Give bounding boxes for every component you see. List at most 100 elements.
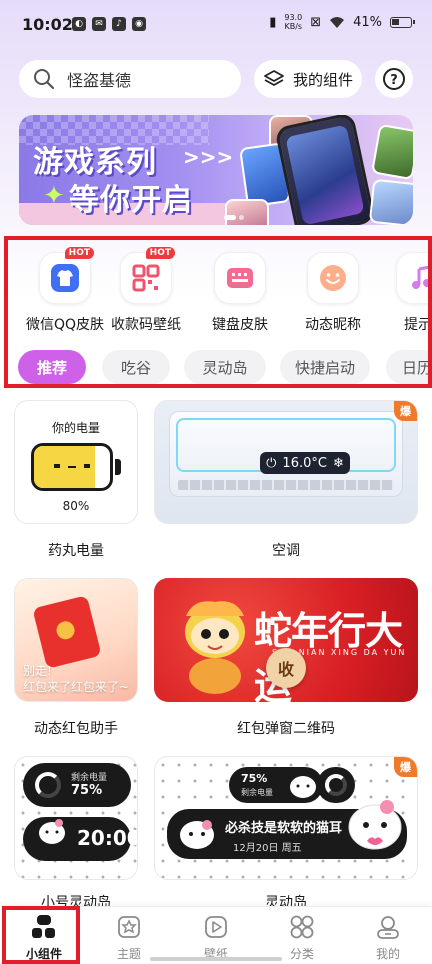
nav-label: 我的 [375, 947, 400, 961]
tab-quick-launch[interactable]: 快捷启动 [280, 350, 370, 384]
boom-badge: 爆 [394, 757, 417, 777]
home-indicator [150, 957, 282, 961]
banner-thumbnail [370, 123, 413, 181]
ac-vent [178, 480, 394, 490]
nav-wallpapers[interactable]: 壁纸 [176, 913, 256, 962]
collect-button[interactable]: 收 [266, 648, 306, 688]
wifi-icon [330, 16, 345, 28]
nav-themes[interactable]: 主题 [89, 913, 169, 962]
layers-icon [264, 70, 284, 86]
kitten-icon [290, 776, 316, 798]
pill-battery-graphic [31, 443, 113, 491]
notification-icons: ◐ ✉ ♪ ◉ [72, 17, 146, 31]
search-icon [34, 69, 55, 90]
face-icon [54, 464, 90, 468]
kitten-icon [180, 820, 214, 849]
profile-icon [374, 913, 402, 941]
pagination-dot-active [224, 215, 236, 220]
network-speed-value: 93.0 [284, 13, 303, 22]
help-icon: ? [383, 68, 405, 90]
big-kitten-icon [348, 800, 402, 850]
bottom-navigation: 小组件 主题 壁纸 分类 我的 [0, 906, 432, 964]
category-keyboard-skin[interactable]: 键盘皮肤 [195, 252, 285, 334]
tab-calendar[interactable]: 日历 [386, 350, 432, 384]
sparkle-icon: ✦ [43, 181, 65, 211]
battery-widget-title: 你的电量 [51, 421, 100, 435]
battery-percent: 41% [353, 14, 382, 30]
widget-icon [30, 913, 58, 941]
snake-mascot-icon [185, 601, 245, 694]
widget-label: 红包弹窗二维码 [237, 721, 335, 737]
status-right: ▮ 93.0 KB/s ⊠ 41% [269, 13, 415, 31]
category-label: 键盘皮肤 [212, 317, 268, 333]
keyboard-icon [227, 268, 253, 288]
battery-caption: 剩余电量 [241, 788, 273, 797]
widget-label: 小号灵动岛 [41, 895, 111, 906]
banner-title-line2: 等你开启 [69, 183, 193, 218]
widget-card-ac[interactable]: ⏻ 16.0°C ❄ 爆 [154, 400, 418, 524]
widget-card-small-island[interactable]: 剩余电量 75% 20:00 [14, 756, 138, 880]
battery-value: 75% [71, 783, 103, 798]
tab-chigu[interactable]: 吃谷 [102, 350, 170, 384]
tiktok-notification-icon: ♪ [112, 17, 126, 31]
widget-label: 灵动岛 [265, 895, 307, 906]
battery-icon [390, 16, 415, 28]
tshirt-icon [51, 264, 79, 292]
snowflake-icon: ❄ [332, 455, 344, 471]
island-message-pill: 必杀技是软软的猫耳 12月20日 周五 [167, 800, 407, 859]
widget-card-battery-pill[interactable]: 你的电量 80% [14, 400, 138, 524]
category-wechat-qq-skin[interactable]: HOT 微信QQ皮肤 [20, 247, 110, 334]
category-icon-box: HOT [39, 247, 94, 304]
ring-icon [325, 774, 347, 796]
network-speed-unit: KB/s [284, 22, 303, 31]
tab-recommend[interactable]: 推荐 [18, 350, 86, 384]
kitten-icon [39, 819, 65, 844]
battery-ring-icon [35, 772, 61, 798]
category-tabs[interactable]: 推荐 吃谷 灵动岛 快捷启动 日历 [0, 350, 432, 386]
battery-nub [115, 459, 121, 475]
category-tips[interactable]: 提示 [380, 252, 432, 334]
battery-caption: 剩余电量 [71, 773, 108, 783]
network-speed: 93.0 KB/s [284, 13, 302, 31]
help-button[interactable]: ? [375, 60, 413, 98]
red-packet-line1: 别走! [23, 664, 52, 678]
battery-value: 75% [241, 772, 268, 785]
category-payment-qr-wallpaper[interactable]: HOT 收款码壁纸 [101, 247, 191, 334]
widget-label: 空调 [272, 543, 300, 559]
smiley-icon [320, 265, 346, 291]
category-icon-box [214, 252, 266, 304]
nav-label: 小组件 [25, 947, 62, 961]
island-date: 12月20日 周五 [233, 843, 302, 854]
banner-thumbnail [225, 199, 269, 225]
nav-categories[interactable]: 分类 [262, 913, 342, 962]
vibrate-icon: ▮ [269, 14, 277, 30]
nav-profile[interactable]: 我的 [348, 913, 428, 962]
widget-card-snake-year[interactable]: 蛇年行大运 SHE NIAN XING DA YUN 收 [154, 578, 418, 702]
search-placeholder: 怪盗基德 [67, 71, 132, 90]
battery-percent-label: 80% [62, 499, 90, 513]
category-dynamic-nickname[interactable]: 动态昵称 [288, 252, 378, 334]
red-packet-line2: 红包来了红包来了~ [23, 680, 130, 694]
island-battery-pill: 75% 剩余电量 [229, 767, 323, 803]
island-clock-pill: 20:00 [23, 817, 137, 861]
widget-card-island[interactable]: 75% 剩余电量 必杀技是软软的猫耳 12月20日 周五 爆 [154, 756, 418, 880]
island-message: 必杀技是软软的猫耳 [225, 821, 343, 836]
qrcode-icon [132, 264, 160, 292]
ac-temperature: 16.0°C [282, 455, 327, 471]
boom-badge: 爆 [394, 401, 417, 421]
category-label: 提示 [404, 317, 432, 333]
wallpaper-icon [202, 913, 230, 941]
promo-banner[interactable]: 游戏系列 >>> ✦ 等你开启 [19, 115, 413, 225]
banner-phone-image [274, 115, 376, 225]
quick-category-row[interactable]: HOT 微信QQ皮肤 HOT 收款码壁纸 键盘皮肤 动态昵称 提示 [0, 244, 432, 336]
search-bar[interactable]: 怪盗基德 [19, 60, 241, 98]
wechat-notification-icon: ◉ [132, 17, 146, 31]
category-label: 动态昵称 [305, 317, 361, 333]
ac-unit-graphic: ⏻ 16.0°C ❄ [169, 411, 403, 497]
nav-widgets[interactable]: 小组件 [4, 913, 84, 962]
my-widgets-button[interactable]: 我的组件 [254, 60, 362, 98]
app-notification-icon: ◐ [72, 17, 86, 31]
power-icon: ⏻ [266, 455, 277, 471]
widget-card-red-packet[interactable]: 别走! 红包来了红包来了~ [14, 578, 138, 702]
tab-dynamic-island[interactable]: 灵动岛 [184, 350, 266, 384]
